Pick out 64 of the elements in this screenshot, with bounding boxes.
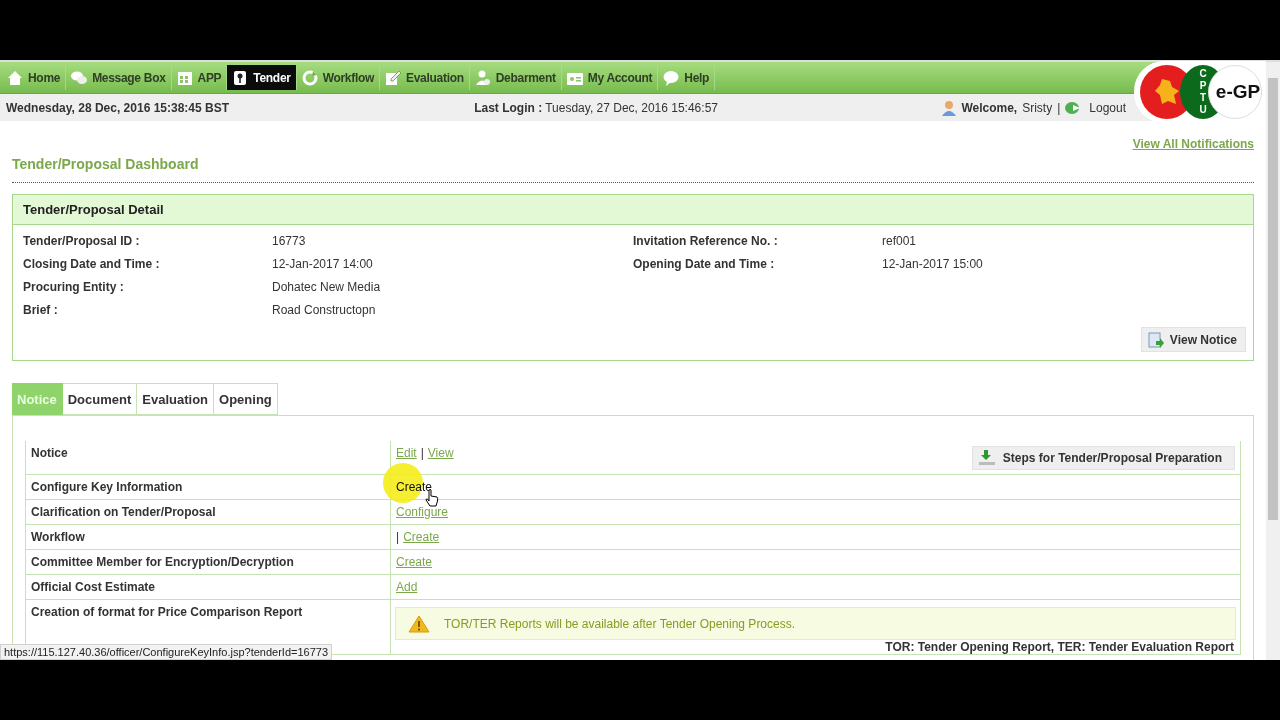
separator: |: [1057, 100, 1061, 115]
last-login-label: Last Login :: [474, 100, 543, 115]
row-label: Committee Member for Encryption/Decryption: [26, 550, 391, 574]
field-value: 12-Jan-2017 15:00: [882, 257, 984, 271]
field-label: Brief :: [23, 303, 59, 317]
user-icon: [942, 99, 957, 116]
welcome-label: Welcome,: [961, 100, 1018, 115]
footnote: TOR: Tender Opening Report, TER: Tender Evaluation Report: [884, 640, 1234, 654]
field-value: 12-Jan-2017 14:00: [272, 257, 374, 271]
steps-button[interactable]: Steps for Tender/Proposal Preparation: [971, 446, 1235, 470]
nav-tab[interactable]: Workflow: [296, 65, 381, 90]
nav-tab[interactable]: Message Box: [66, 65, 172, 90]
tab[interactable]: Evaluation: [137, 383, 215, 415]
panel-header: Tender/Proposal Detail: [13, 195, 1253, 225]
document-icon: [1147, 331, 1164, 348]
field-label: Opening Date and Time :: [633, 257, 776, 271]
field-label: Procuring Entity :: [23, 280, 125, 294]
row-label: Official Cost Estimate: [26, 575, 391, 599]
emblem-letter: C: [1199, 68, 1207, 80]
scrollbar-thumb[interactable]: [1268, 78, 1278, 520]
home-icon: [7, 69, 23, 86]
nav-tab[interactable]: Debarment: [469, 65, 562, 90]
nav-tab[interactable]: Home: [2, 65, 67, 90]
field-label: Tender/Proposal ID :: [23, 234, 141, 248]
separator: |: [420, 446, 424, 460]
date-time: Wednesday, 28 Dec, 2016 15:38:45 BST: [6, 100, 230, 115]
user-name: Sristy: [1022, 100, 1053, 115]
field-value: Dohatec New Media: [272, 280, 382, 294]
help-icon: [663, 69, 680, 86]
tab[interactable]: Opening: [214, 383, 278, 415]
last-login-time: Tuesday, 27 Dec, 2016 15:46:57: [545, 100, 718, 115]
field-label: Closing Date and Time :: [23, 257, 161, 271]
field-value: Road Constructopn: [272, 303, 377, 317]
tab[interactable]: Document: [62, 383, 138, 415]
hand-cursor-icon: [425, 489, 439, 507]
chat-icon: [71, 69, 88, 86]
refresh-icon: [301, 69, 318, 86]
emblem-letter: U: [1199, 104, 1207, 116]
field-label: Invitation Reference No. :: [633, 234, 779, 248]
warning-message: TOR/TER Reports will be available after Tender Opening Process.: [395, 607, 1236, 640]
row-label: Clarification on Tender/Proposal: [26, 500, 391, 524]
nav-tab[interactable]: Evaluation: [380, 65, 470, 90]
pencil-icon: [385, 69, 402, 86]
row-label: Workflow: [26, 525, 391, 549]
emblem-letter: P: [1199, 80, 1207, 92]
logo-text: e-GP: [1208, 65, 1262, 119]
separator: |: [396, 530, 400, 544]
nav-tab[interactable]: My Account: [561, 65, 659, 90]
view-notice-button[interactable]: View Notice: [1140, 327, 1246, 352]
nav-tab[interactable]: Help: [658, 65, 716, 90]
warning-icon: [408, 614, 430, 633]
field-value: ref001: [882, 234, 918, 248]
logout-link[interactable]: Logout: [1065, 100, 1126, 115]
key-icon: [232, 69, 249, 86]
logout-icon: [1065, 100, 1082, 115]
calendar-icon: [176, 69, 193, 86]
download-icon: [978, 450, 995, 466]
emblem-letter: T: [1199, 92, 1207, 104]
scrollbar[interactable]: [1266, 62, 1280, 660]
nav-tab[interactable]: Tender: [227, 65, 297, 90]
status-url: https://115.127.40.36/officer/ConfigureKeyInfo.jsp?tenderId=16773: [0, 644, 333, 660]
person-icon: [474, 69, 491, 86]
page-title: Tender/Proposal Dashboard: [12, 156, 1254, 183]
field-value: 16773: [272, 234, 307, 248]
